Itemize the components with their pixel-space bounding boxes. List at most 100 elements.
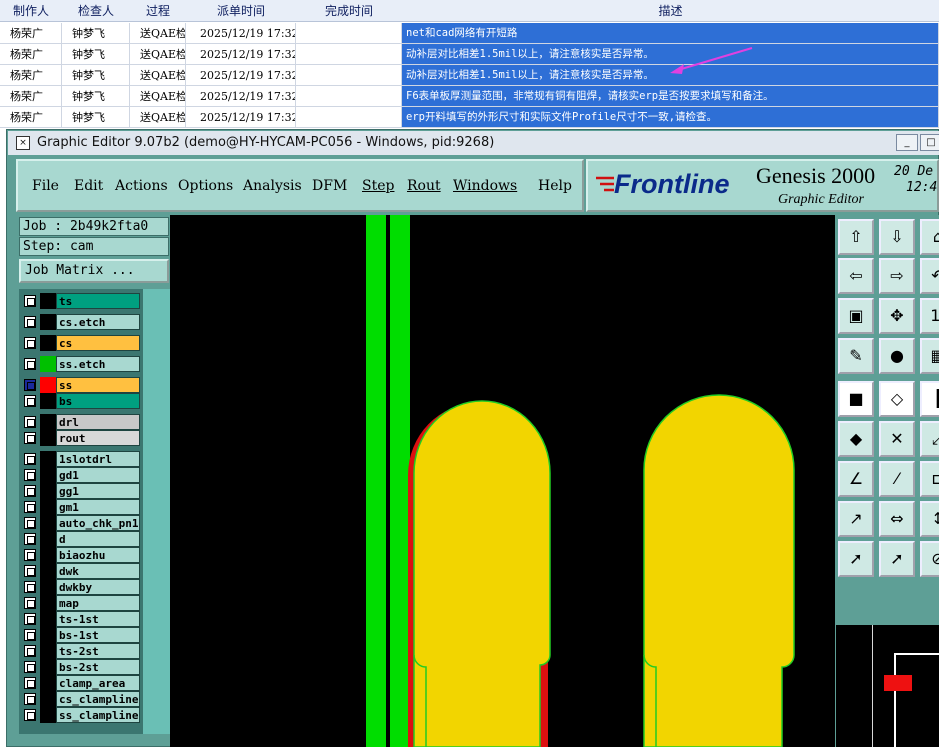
layer-row-ts[interactable]: ts [22,293,142,309]
table-row[interactable]: 杨荣广钟梦飞送QAE检查2025/12/19 17:32动补层对比相差1.5mi… [0,44,939,65]
layer-checkbox[interactable] [24,549,36,561]
layer-row-map[interactable]: map [22,595,142,611]
fit-icon[interactable]: ▣ [838,298,874,334]
col-header-checker[interactable]: 检查人 [62,0,130,22]
layer-name[interactable]: biaozhu [56,547,140,563]
layer-checkbox[interactable] [24,517,36,529]
layer-name[interactable]: bs-1st [56,627,140,643]
arc-icon[interactable]: ⤢ [920,421,939,457]
pan-left-icon[interactable]: ⇦ [838,258,874,294]
layer-checkbox[interactable] [24,709,36,721]
menu-options[interactable]: Options [178,178,233,194]
layer-row-biaozhu[interactable]: biaozhu [22,547,142,563]
layer-checkbox[interactable] [24,395,36,407]
layer-row-cs[interactable]: cs [22,335,142,351]
layer-name[interactable]: dwkby [56,579,140,595]
layer-name[interactable]: ss [56,377,140,393]
layer-name[interactable]: ts-2st [56,643,140,659]
layer-color-swatch[interactable] [40,691,56,707]
col-header-maker[interactable]: 制作人 [0,0,62,22]
layer-color-swatch[interactable] [40,377,56,393]
layer-row-d[interactable]: d [22,531,142,547]
menu-windows[interactable]: Windows [453,178,517,194]
layer-color-swatch[interactable] [40,611,56,627]
menu-analysis[interactable]: Analysis [243,178,302,194]
graphic-canvas[interactable] [170,215,835,747]
layer-row-gd1[interactable]: gd1 [22,467,142,483]
house-icon[interactable]: ⌂ [920,219,939,255]
layer-row-ss_clampline[interactable]: ss_clampline [22,707,142,723]
layer-color-swatch[interactable] [40,579,56,595]
menu-rout[interactable]: Rout [407,178,441,194]
layer-name[interactable]: gm1 [56,499,140,515]
layer-checkbox[interactable] [24,565,36,577]
line-icon[interactable]: ∠ [838,461,874,497]
layer-checkbox[interactable] [24,581,36,593]
layer-name[interactable]: ss.etch [56,356,140,372]
layer-checkbox[interactable] [24,629,36,641]
layer-name[interactable]: ts-1st [56,611,140,627]
pan-down-icon[interactable]: ⇩ [879,219,915,255]
window-titlebar[interactable]: × Graphic Editor 9.07b2 (demo@HY-HYCAM-P… [8,131,939,155]
menu-actions[interactable]: Actions [115,178,168,194]
layer-row-dwk[interactable]: dwk [22,563,142,579]
pan-right-icon[interactable]: ⇨ [879,258,915,294]
stretch-icon[interactable]: ↕ [920,501,939,537]
line2-icon[interactable]: ⁄ [879,461,915,497]
layer-row-cs.etch[interactable]: cs.etch [22,314,142,330]
menu-edit[interactable]: Edit [74,178,103,194]
bracket-icon[interactable]: ⊏ [920,461,939,497]
zoom-icon[interactable]: ✥ [879,298,915,334]
layer-name[interactable]: drl [56,414,140,430]
layer-color-swatch[interactable] [40,531,56,547]
layer-checkbox[interactable] [24,501,36,513]
table-row[interactable]: 杨荣广钟梦飞送QAE检查2025/12/19 17:32net和cad网络有开短… [0,23,939,44]
stop-icon[interactable]: ⊘ [920,541,939,577]
delete-node-icon[interactable]: ✕ [879,421,915,457]
col-header-desc[interactable]: 描述 [402,0,939,22]
menu-help[interactable]: Help [538,178,572,194]
layer-name[interactable]: ss_clampline [56,707,140,723]
layer-checkbox[interactable] [24,613,36,625]
layer-color-swatch[interactable] [40,595,56,611]
table-row[interactable]: 杨荣广钟梦飞送QAE检查2025/12/19 17:32 F6表单板厚测量范围，非… [0,86,939,107]
maximize-button[interactable]: □ [920,134,939,151]
layer-color-swatch[interactable] [40,563,56,579]
layer-row-ss.etch[interactable]: ss.etch [22,356,142,372]
layer-color-swatch[interactable] [40,499,56,515]
layer-checkbox[interactable] [24,379,36,391]
layer-name[interactable]: gd1 [56,467,140,483]
snap-icon[interactable]: ● [879,338,915,374]
select-icon[interactable]: ↗ [838,501,874,537]
layer-color-swatch[interactable] [40,483,56,499]
layer-checkbox[interactable] [24,677,36,689]
layer-name[interactable]: 1slotdrl [56,451,140,467]
layer-row-cs_clampline[interactable]: cs_clampline [22,691,142,707]
layer-checkbox[interactable] [24,645,36,657]
col-header-process[interactable]: 过程 [130,0,186,22]
undo-view-icon[interactable]: ↶ [920,258,939,294]
layer-color-swatch[interactable] [40,393,56,409]
overview-map[interactable] [836,625,939,747]
layer-color-swatch[interactable] [40,430,56,446]
layer-color-swatch[interactable] [40,414,56,430]
layer-checkbox[interactable] [24,295,36,307]
menu-dfm[interactable]: DFM [312,178,347,194]
layer-row-bs-2st[interactable]: bs-2st [22,659,142,675]
layer-name[interactable]: ts [56,293,140,309]
move-icon[interactable]: ⇔ [879,501,915,537]
layer-row-bs-1st[interactable]: bs-1st [22,627,142,643]
layer-checkbox[interactable] [24,693,36,705]
home-icon[interactable]: ⇧ [838,219,874,255]
grid-icon[interactable]: ▦ [920,338,939,374]
layer-row-rout[interactable]: rout [22,430,142,446]
layer-color-swatch[interactable] [40,467,56,483]
layer-color-swatch[interactable] [40,335,56,351]
layer-checkbox[interactable] [24,661,36,673]
layer-checkbox[interactable] [24,453,36,465]
layer-row-dwkby[interactable]: dwkby [22,579,142,595]
layer-checkbox[interactable] [24,533,36,545]
layer-color-swatch[interactable] [40,627,56,643]
table-row[interactable]: 杨荣广钟梦飞送QAE检查2025/12/19 17:32 erp开料填写的外形尺寸… [0,107,939,128]
layer-color-swatch[interactable] [40,675,56,691]
